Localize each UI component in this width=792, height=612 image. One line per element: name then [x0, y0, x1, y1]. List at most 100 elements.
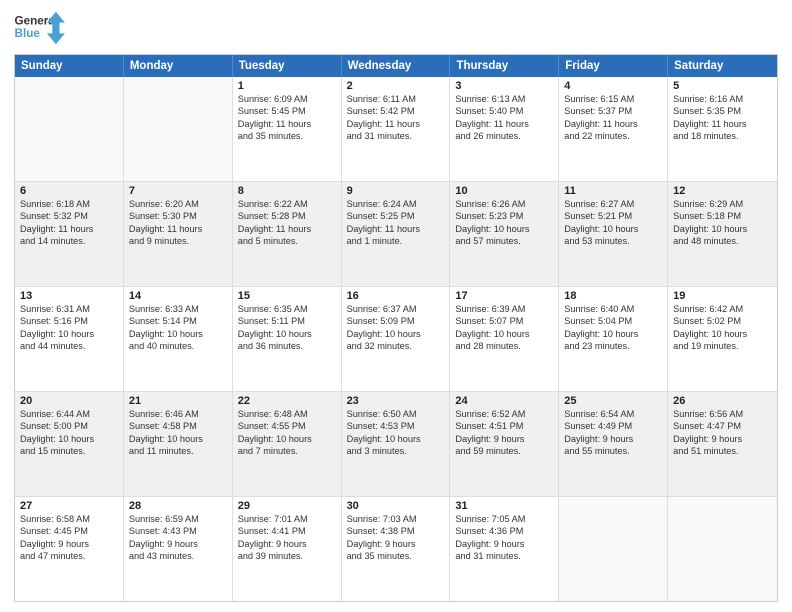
cell-info-line: Daylight: 10 hours — [129, 328, 227, 340]
calendar-body: 1Sunrise: 6:09 AMSunset: 5:45 PMDaylight… — [15, 77, 777, 601]
day-number: 22 — [238, 395, 336, 407]
cell-info-line: Sunset: 4:38 PM — [347, 525, 445, 537]
cell-info-line: Sunrise: 6:24 AM — [347, 198, 445, 210]
day-number: 19 — [673, 290, 772, 302]
day-number: 1 — [238, 80, 336, 92]
day-header-sunday: Sunday — [15, 55, 124, 77]
cell-info-line: Daylight: 10 hours — [20, 433, 118, 445]
cal-cell-6: 6Sunrise: 6:18 AMSunset: 5:32 PMDaylight… — [15, 182, 124, 286]
cell-info-line: Sunrise: 6:20 AM — [129, 198, 227, 210]
cal-cell-3: 3Sunrise: 6:13 AMSunset: 5:40 PMDaylight… — [450, 77, 559, 181]
calendar-row-0: 1Sunrise: 6:09 AMSunset: 5:45 PMDaylight… — [15, 77, 777, 182]
cell-info-line: Sunrise: 6:11 AM — [347, 93, 445, 105]
cell-info-line: Sunrise: 6:56 AM — [673, 408, 772, 420]
cell-info-line: and 57 minutes. — [455, 235, 553, 247]
cell-info-line: and 36 minutes. — [238, 340, 336, 352]
cell-info-line: Sunset: 4:43 PM — [129, 525, 227, 537]
day-number: 13 — [20, 290, 118, 302]
cell-info-line: Daylight: 10 hours — [564, 328, 662, 340]
day-number: 5 — [673, 80, 772, 92]
cell-info-line: Sunset: 5:02 PM — [673, 315, 772, 327]
cell-info-line: Sunset: 5:42 PM — [347, 105, 445, 117]
day-number: 14 — [129, 290, 227, 302]
day-number: 30 — [347, 500, 445, 512]
cal-cell-14: 14Sunrise: 6:33 AMSunset: 5:14 PMDayligh… — [124, 287, 233, 391]
cell-info-line: Sunset: 4:49 PM — [564, 420, 662, 432]
cell-info-line: Sunrise: 6:31 AM — [20, 303, 118, 315]
calendar-header: SundayMondayTuesdayWednesdayThursdayFrid… — [15, 55, 777, 77]
cell-info-line: Daylight: 11 hours — [20, 223, 118, 235]
cell-info-line: Sunrise: 7:01 AM — [238, 513, 336, 525]
cal-cell-11: 11Sunrise: 6:27 AMSunset: 5:21 PMDayligh… — [559, 182, 668, 286]
cal-cell-20: 20Sunrise: 6:44 AMSunset: 5:00 PMDayligh… — [15, 392, 124, 496]
cell-info-line: Sunrise: 6:27 AM — [564, 198, 662, 210]
day-number: 24 — [455, 395, 553, 407]
cell-info-line: and 9 minutes. — [129, 235, 227, 247]
cal-cell-5: 5Sunrise: 6:16 AMSunset: 5:35 PMDaylight… — [668, 77, 777, 181]
cell-info-line: and 1 minute. — [347, 235, 445, 247]
cell-info-line: Daylight: 9 hours — [347, 538, 445, 550]
cell-info-line: Sunrise: 6:22 AM — [238, 198, 336, 210]
cell-info-line: Sunrise: 6:59 AM — [129, 513, 227, 525]
day-number: 4 — [564, 80, 662, 92]
day-number: 2 — [347, 80, 445, 92]
day-header-thursday: Thursday — [450, 55, 559, 77]
cal-cell-empty-0 — [15, 77, 124, 181]
day-number: 3 — [455, 80, 553, 92]
cell-info-line: Sunset: 5:09 PM — [347, 315, 445, 327]
cal-cell-8: 8Sunrise: 6:22 AMSunset: 5:28 PMDaylight… — [233, 182, 342, 286]
day-number: 20 — [20, 395, 118, 407]
cell-info-line: and 3 minutes. — [347, 445, 445, 457]
cal-cell-10: 10Sunrise: 6:26 AMSunset: 5:23 PMDayligh… — [450, 182, 559, 286]
header: General Blue — [14, 10, 778, 46]
cell-info-line: and 59 minutes. — [455, 445, 553, 457]
cell-info-line: Sunrise: 7:03 AM — [347, 513, 445, 525]
cell-info-line: Sunset: 4:51 PM — [455, 420, 553, 432]
cell-info-line: and 53 minutes. — [564, 235, 662, 247]
cell-info-line: Daylight: 10 hours — [455, 223, 553, 235]
day-header-monday: Monday — [124, 55, 233, 77]
cell-info-line: Sunset: 5:40 PM — [455, 105, 553, 117]
cell-info-line: and 43 minutes. — [129, 550, 227, 562]
cell-info-line: Sunset: 4:41 PM — [238, 525, 336, 537]
cal-cell-22: 22Sunrise: 6:48 AMSunset: 4:55 PMDayligh… — [233, 392, 342, 496]
cal-cell-19: 19Sunrise: 6:42 AMSunset: 5:02 PMDayligh… — [668, 287, 777, 391]
cal-cell-17: 17Sunrise: 6:39 AMSunset: 5:07 PMDayligh… — [450, 287, 559, 391]
page: General Blue SundayMondayTuesdayWednesda… — [0, 0, 792, 612]
cell-info-line: Sunset: 5:23 PM — [455, 210, 553, 222]
cell-info-line: Sunset: 5:07 PM — [455, 315, 553, 327]
cell-info-line: Sunrise: 6:13 AM — [455, 93, 553, 105]
cell-info-line: and 48 minutes. — [673, 235, 772, 247]
cell-info-line: Sunrise: 6:33 AM — [129, 303, 227, 315]
cell-info-line: Daylight: 9 hours — [455, 433, 553, 445]
cell-info-line: and 18 minutes. — [673, 130, 772, 142]
cell-info-line: Sunset: 5:14 PM — [129, 315, 227, 327]
cell-info-line: Sunset: 4:55 PM — [238, 420, 336, 432]
cell-info-line: and 39 minutes. — [238, 550, 336, 562]
cell-info-line: Sunrise: 6:18 AM — [20, 198, 118, 210]
cal-cell-empty-1 — [124, 77, 233, 181]
cell-info-line: Daylight: 11 hours — [347, 223, 445, 235]
cell-info-line: Daylight: 10 hours — [673, 328, 772, 340]
day-number: 31 — [455, 500, 553, 512]
cell-info-line: Sunset: 5:32 PM — [20, 210, 118, 222]
cell-info-line: and 19 minutes. — [673, 340, 772, 352]
cal-cell-15: 15Sunrise: 6:35 AMSunset: 5:11 PMDayligh… — [233, 287, 342, 391]
cell-info-line: and 35 minutes. — [238, 130, 336, 142]
cal-cell-9: 9Sunrise: 6:24 AMSunset: 5:25 PMDaylight… — [342, 182, 451, 286]
cell-info-line: Sunset: 5:37 PM — [564, 105, 662, 117]
cell-info-line: Sunset: 4:58 PM — [129, 420, 227, 432]
cell-info-line: Daylight: 11 hours — [238, 118, 336, 130]
day-number: 16 — [347, 290, 445, 302]
cell-info-line: Sunrise: 6:40 AM — [564, 303, 662, 315]
cell-info-line: Sunrise: 6:44 AM — [20, 408, 118, 420]
cell-info-line: and 5 minutes. — [238, 235, 336, 247]
cell-info-line: and 51 minutes. — [673, 445, 772, 457]
day-number: 28 — [129, 500, 227, 512]
cal-cell-31: 31Sunrise: 7:05 AMSunset: 4:36 PMDayligh… — [450, 497, 559, 601]
cell-info-line: Sunset: 5:11 PM — [238, 315, 336, 327]
cell-info-line: Daylight: 10 hours — [455, 328, 553, 340]
cell-info-line: Daylight: 10 hours — [20, 328, 118, 340]
cal-cell-16: 16Sunrise: 6:37 AMSunset: 5:09 PMDayligh… — [342, 287, 451, 391]
cell-info-line: Daylight: 10 hours — [238, 328, 336, 340]
